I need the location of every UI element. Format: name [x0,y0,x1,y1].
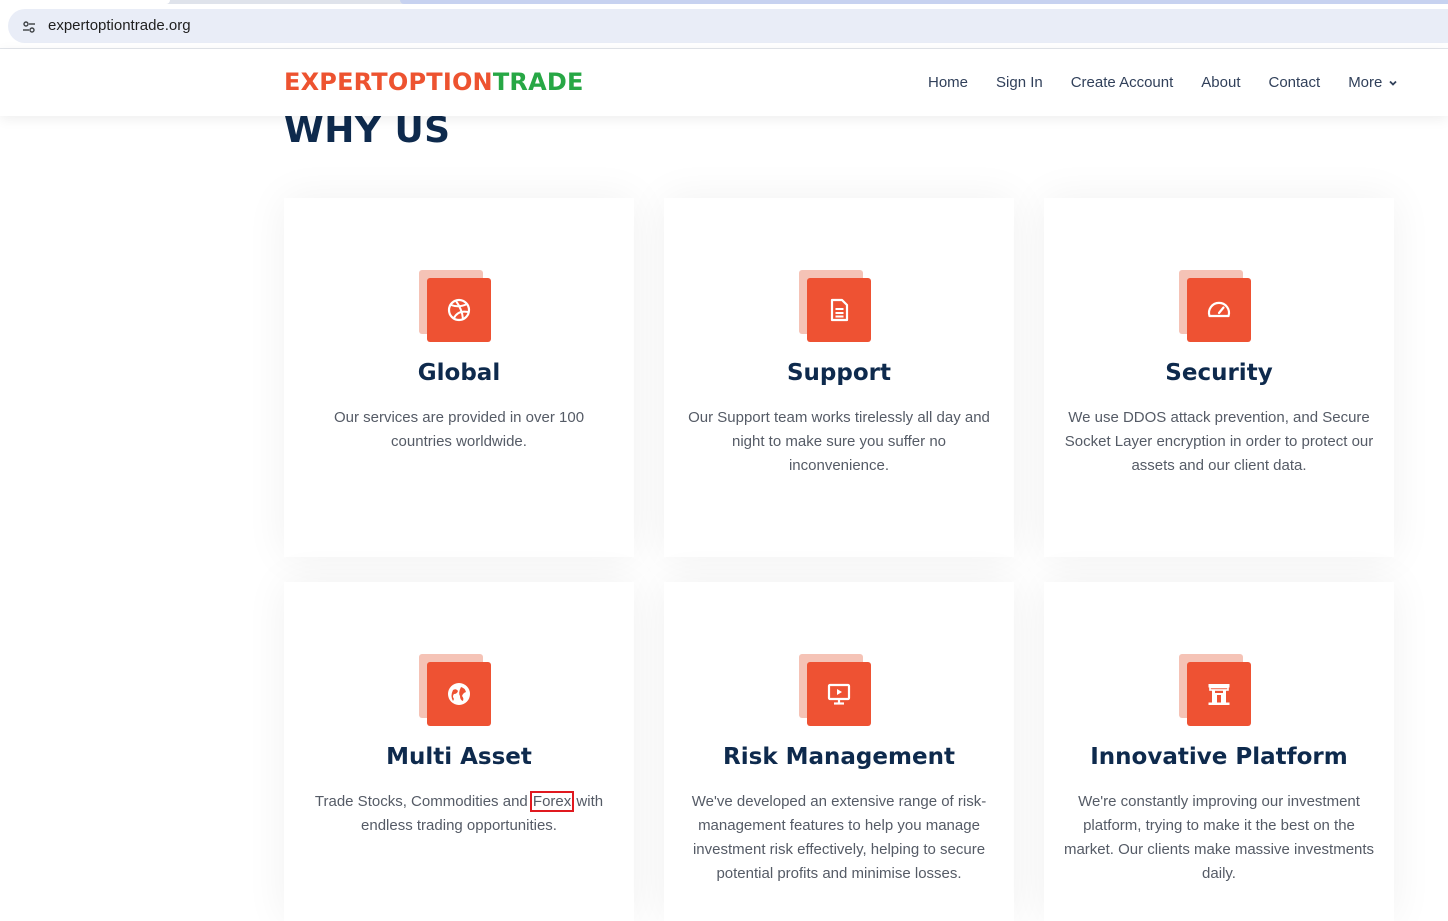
feature-description: We've developed an extensive range of ri… [691,793,987,882]
dribbble-icon [427,278,491,342]
nav-home[interactable]: Home [928,74,968,91]
feature-title: Risk Management [723,744,955,770]
nav-about[interactable]: About [1201,74,1240,91]
feature-description: Our services are provided in over 100 co… [333,409,585,450]
site-settings-icon[interactable] [22,19,36,33]
feature-title: Support [786,360,891,386]
feature-description: Trade Stocks, Commodities and Forex with… [302,790,616,838]
tab-strip [0,0,1448,4]
site-header: EXPERTOPTIONTRADE Home Sign In Create Ac… [0,49,1448,116]
feature-card-multi-asset: Multi Asset Trade Stocks, Commodities an… [284,582,634,921]
feature-card-global: Global Our services are provided in over… [284,198,634,557]
speedometer-icon [1187,278,1251,342]
feature-card-security: Security We use DDOS attack prevention, … [1044,198,1394,557]
nav-contact[interactable]: Contact [1268,74,1320,91]
section-title: WHY US [284,110,451,151]
site-logo[interactable]: EXPERTOPTIONTRADE [284,68,584,96]
chevron-down-icon [1389,80,1398,86]
feature-title: Global [417,360,501,386]
nav-more-dropdown[interactable]: More [1348,74,1398,91]
globe-icon [427,662,491,726]
address-bar[interactable]: expertoptiontrade.org [8,9,1448,43]
feature-icon-box [1179,270,1251,342]
url-text[interactable]: expertoptiontrade.org [48,17,191,34]
feature-card-innovative-platform: Innovative Platform We're constantly imp… [1044,582,1394,921]
feature-description: We're constantly improving our investmen… [1063,793,1375,882]
nav-create-account[interactable]: Create Account [1071,74,1174,91]
presentation-icon [807,662,871,726]
active-tab[interactable] [0,0,170,4]
feature-icon-box [799,654,871,726]
main-nav: Home Sign In Create Account About Contac… [928,74,1426,91]
feature-title: Security [1165,360,1273,386]
inactive-tab[interactable] [400,0,1448,4]
feature-description: We use DDOS attack prevention, and Secur… [1064,409,1374,474]
bank-icon [1187,662,1251,726]
feature-card-support: Support Our Support team works tirelessl… [664,198,1014,557]
nav-sign-in[interactable]: Sign In [996,74,1043,91]
feature-description: Our Support team works tirelessly all da… [688,409,990,474]
feature-icon-box [419,654,491,726]
feature-icon-box [419,270,491,342]
logo-part-1: EXPERTOPTION [284,68,493,96]
feature-icon-box [799,270,871,342]
feature-card-risk-management: Risk Management We've developed an exten… [664,582,1014,921]
nav-more-label: More [1348,74,1383,91]
feature-icon-box [1179,654,1251,726]
logo-part-2: TRADE [492,68,584,96]
feature-title: Innovative Platform [1090,744,1348,770]
feature-title: Multi Asset [386,744,532,770]
highlighted-word-forex: Forex [529,791,575,812]
document-icon [807,278,871,342]
feature-description-part: Trade Stocks, Commodities and [314,793,532,810]
